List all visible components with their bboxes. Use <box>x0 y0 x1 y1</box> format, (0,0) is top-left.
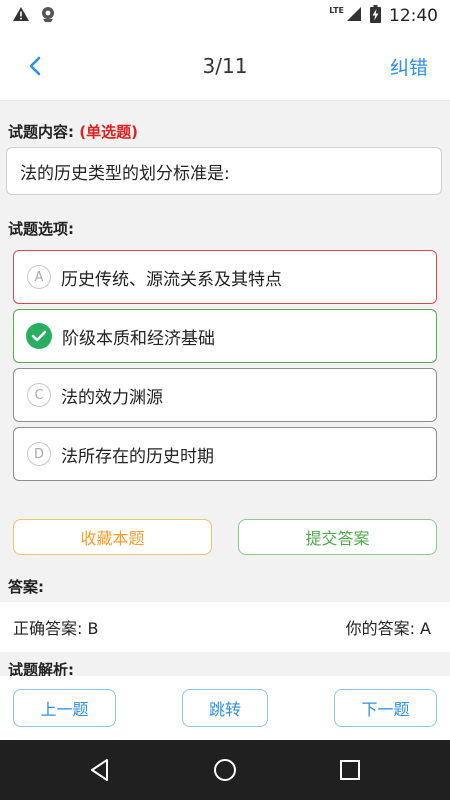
option-text: 法所存在的历史时期 <box>61 446 214 467</box>
answer-section-label: 答案: <box>8 578 44 596</box>
warning-icon <box>12 6 30 26</box>
page-indicator: 3/11 <box>202 54 248 78</box>
previous-question-button[interactable]: 上一题 <box>13 689 116 727</box>
signal-icon <box>346 6 362 26</box>
question-nav-bar: 上一题 跳转 下一题 <box>0 676 450 740</box>
app-header: 3/11 纠错 <box>0 32 450 101</box>
home-circle-icon[interactable] <box>212 757 238 783</box>
option-text: 历史传统、源流关系及其特点 <box>61 269 282 290</box>
report-error-button[interactable]: 纠错 <box>390 53 428 80</box>
recents-square-icon[interactable] <box>337 757 363 783</box>
question-content-label: 试题内容: <box>8 123 74 141</box>
question-type-label: (单选题) <box>79 123 138 141</box>
battery-charging-icon <box>370 5 381 27</box>
notification-icon <box>40 6 58 26</box>
submit-answer-button[interactable]: 提交答案 <box>238 519 437 555</box>
option-letter: C <box>27 383 51 407</box>
option-letter: A <box>27 265 51 289</box>
option-text: 阶级本质和经济基础 <box>62 328 215 349</box>
option-b[interactable]: 阶级本质和经济基础 <box>13 309 437 363</box>
network-type: LTE <box>329 5 344 15</box>
correct-answer: 正确答案: B <box>13 619 99 638</box>
option-text: 法的效力渊源 <box>61 387 163 408</box>
jump-button[interactable]: 跳转 <box>182 689 268 727</box>
your-answer: 你的答案: A <box>345 619 431 638</box>
option-c[interactable]: C 法的效力渊源 <box>13 368 437 422</box>
back-triangle-icon[interactable] <box>87 757 113 783</box>
question-section-label: 试题内容: (单选题) <box>8 121 138 142</box>
answer-row: 正确答案: B 你的答案: A <box>0 602 450 652</box>
favorite-button[interactable]: 收藏本题 <box>13 519 212 555</box>
system-nav-bar <box>0 740 450 800</box>
next-question-button[interactable]: 下一题 <box>334 689 437 727</box>
option-d[interactable]: D 法所存在的历史时期 <box>13 427 437 481</box>
status-bar: LTE 12:40 <box>0 0 450 32</box>
question-text-box: 法的历史类型的划分标准是: <box>6 147 442 195</box>
question-text: 法的历史类型的划分标准是: <box>20 163 230 184</box>
clock: 12:40 <box>389 6 438 26</box>
check-circle-icon <box>26 323 52 349</box>
option-letter: D <box>27 442 51 466</box>
option-a[interactable]: A 历史传统、源流关系及其特点 <box>13 250 437 304</box>
options-section-label: 试题选项: <box>8 220 74 238</box>
